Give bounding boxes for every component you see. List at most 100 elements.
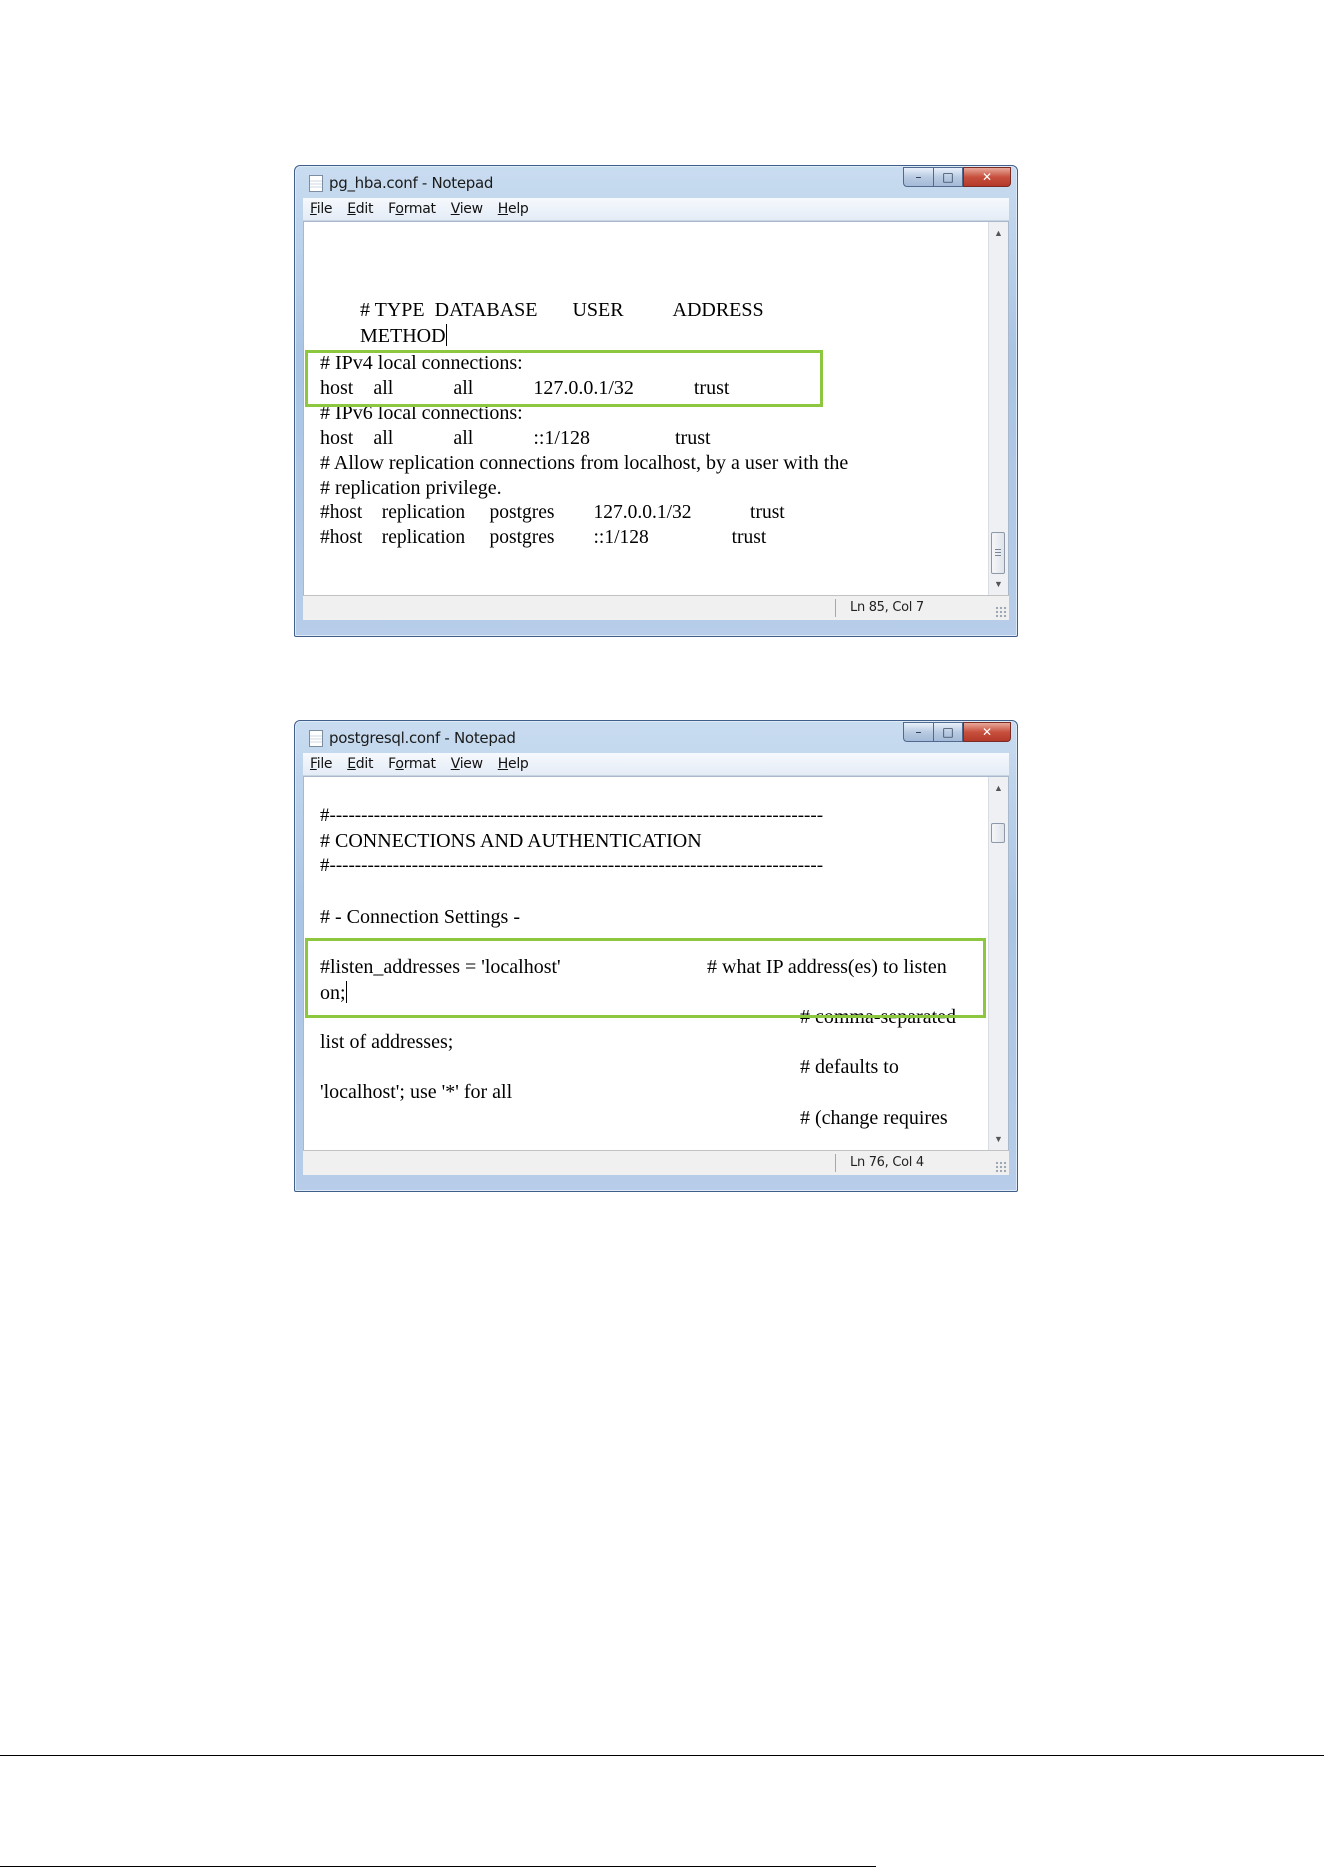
cursor-position: Ln 85, Col 7 [850,600,924,615]
scroll-down-arrow-icon[interactable]: ▼ [989,1130,1008,1148]
text-line-content: # defaults to [800,1056,899,1078]
text-caret [445,324,447,346]
thumb-grip [995,549,1001,550]
minimize-icon: – [915,725,922,739]
vertical-scrollbar[interactable]: ▲ ▼ [988,222,1008,595]
menu-bar: File Edit Format View Help [303,198,1009,221]
maximize-icon: □ [942,170,954,184]
text-line-content: # (change requires [800,1107,948,1129]
menu-view-rest: iew [459,201,483,217]
text-line: # replication privilege. [320,477,502,499]
cursor-position: Ln 76, Col 4 [850,1155,924,1170]
page-divider [0,1755,1324,1756]
minimize-button[interactable]: – [903,722,933,742]
menu-file[interactable]: File [310,201,333,217]
text-line-content: host all all ::1/128 trust [320,427,711,449]
menu-bar: File Edit Format View Help [303,753,1009,776]
text-line-content: #host replication postgres ::1/128 trust [320,527,767,548]
window-title: pg_hba.conf - Notepad [329,174,494,192]
menu-format-rest: rmat [403,201,436,217]
scroll-up-arrow-icon[interactable]: ▲ [989,779,1008,797]
menu-help[interactable]: Help [498,756,529,772]
status-bar: Ln 76, Col 4 [303,1150,1009,1175]
text-area[interactable]: # TYPE DATABASE USER ADDRESS METHOD # IP… [304,222,988,595]
close-button[interactable]: ✕ [963,722,1011,742]
menu-help-accel: H [497,756,509,772]
menu-format-accel: o [395,756,404,772]
maximize-button[interactable]: □ [933,722,963,742]
text-line-content: #---------------------------------------… [320,805,824,826]
text-line: #host replication postgres ::1/128 trust [320,527,766,549]
text-line-content: METHOD [360,325,446,347]
maximize-button[interactable]: □ [933,167,963,187]
notepad-icon[interactable] [309,730,323,747]
highlight-box-listen-addresses [305,938,986,1018]
menu-format[interactable]: Format [388,201,436,217]
text-line-content: list of addresses; [320,1031,454,1053]
text-line: 'localhost'; use '*' for all [320,1081,512,1103]
title-bar[interactable]: postgresql.conf - Notepad – □ ✕ [295,721,1017,751]
text-line-content: #---------------------------------------… [320,855,824,876]
resize-grip-icon[interactable] [995,1161,1007,1173]
text-line-content: # - Connection Settings - [320,906,520,928]
text-editor[interactable]: # TYPE DATABASE USER ADDRESS METHOD # IP… [303,221,1009,596]
highlight-box-ipv4 [305,350,823,407]
menu-edit-accel: E [347,756,356,772]
maximize-icon: □ [942,725,954,739]
status-separator [835,599,836,617]
scroll-thumb[interactable] [991,532,1005,574]
menu-file-rest: ile [316,201,333,217]
close-icon: ✕ [981,725,993,739]
status-separator [835,1154,836,1172]
menu-format-rest: rmat [403,756,436,772]
text-line: # (change requires [800,1107,948,1129]
menu-edit-accel: E [347,201,356,217]
menu-help-rest: elp [508,756,529,772]
menu-help[interactable]: Help [498,201,529,217]
menu-format-accel: o [395,201,404,217]
menu-file[interactable]: File [310,756,333,772]
menu-help-rest: elp [508,201,529,217]
menu-edit-rest: dit [355,201,374,217]
menu-file-accel: F [310,756,317,772]
menu-edit[interactable]: Edit [347,756,373,772]
text-line: list of addresses; [320,1031,453,1053]
menu-help-accel: H [497,201,509,217]
text-line: # Allow replication connections from loc… [320,452,848,474]
text-line-content: # Allow replication connections from loc… [320,452,849,474]
menu-format[interactable]: Format [388,756,436,772]
notepad-icon[interactable] [309,175,323,192]
menu-file-accel: F [310,201,317,217]
minimize-icon: – [915,170,922,184]
menu-edit-rest: dit [355,756,374,772]
menu-edit[interactable]: Edit [347,201,373,217]
scroll-down-arrow-icon[interactable]: ▼ [989,575,1008,593]
minimize-button[interactable]: – [903,167,933,187]
menu-view-rest: iew [459,756,483,772]
vertical-scrollbar[interactable]: ▲ ▼ [988,777,1008,1150]
menu-view[interactable]: View [451,756,483,772]
title-bar[interactable]: pg_hba.conf - Notepad – □ ✕ [295,166,1017,196]
menu-file-rest: ile [316,756,333,772]
scroll-thumb[interactable] [991,823,1005,843]
text-line-content: # CONNECTIONS AND AUTHENTICATION [320,830,702,852]
text-line-content: 'localhost'; use '*' for all [320,1081,513,1103]
window-title: postgresql.conf - Notepad [329,729,516,747]
text-line: #host replication postgres 127.0.0.1/32 … [320,502,785,524]
scroll-up-arrow-icon[interactable]: ▲ [989,224,1008,242]
menu-view[interactable]: View [451,201,483,217]
menu-view-accel: V [450,201,460,217]
text-line: # defaults to [800,1056,899,1078]
close-icon: ✕ [981,170,993,184]
text-line: #---------------------------------------… [320,855,823,877]
close-button[interactable]: ✕ [963,167,1011,187]
text-line: # - Connection Settings - [320,906,520,928]
text-line: #---------------------------------------… [320,805,823,827]
text-line-content: # replication privilege. [320,477,502,499]
footer-divider [0,1866,876,1867]
text-line: # CONNECTIONS AND AUTHENTICATION [320,830,702,852]
thumb-grip [995,555,1001,556]
status-bar: Ln 85, Col 7 [303,595,1009,620]
thumb-grip [995,552,1001,553]
resize-grip-icon[interactable] [995,606,1007,618]
